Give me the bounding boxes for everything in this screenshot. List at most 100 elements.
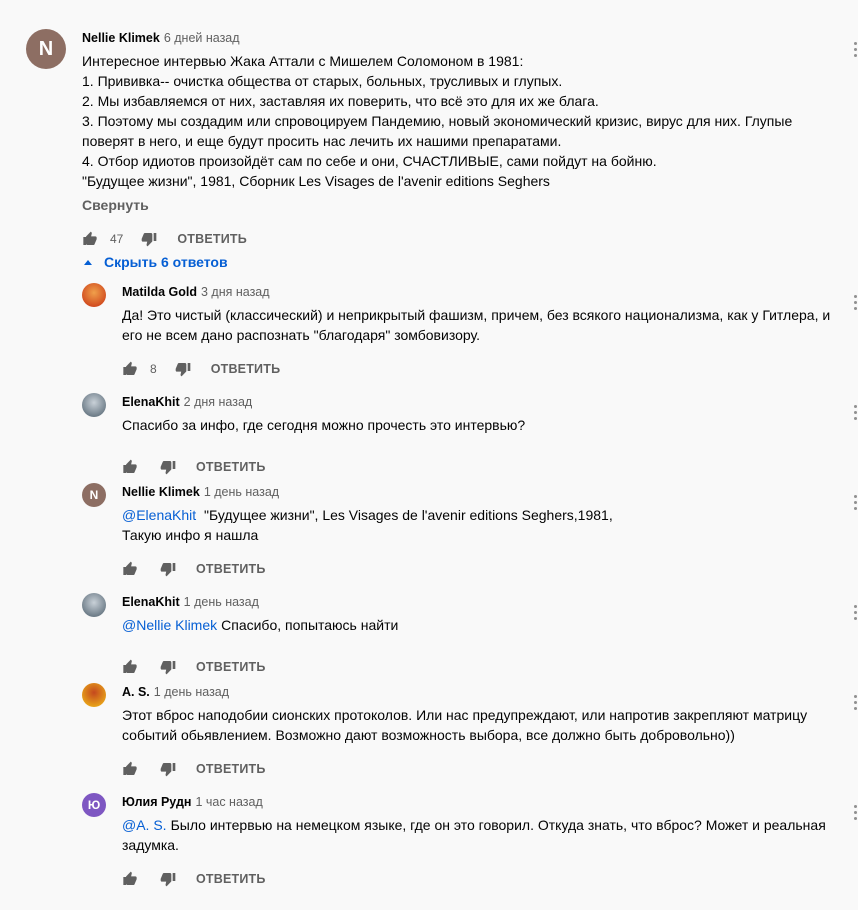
reply-comment: A. S. 1 день назад Этот вброс наподобии си… xyxy=(82,683,857,783)
thumb-down-icon[interactable] xyxy=(156,655,180,679)
like-count: 8 xyxy=(150,362,157,376)
mention-link[interactable]: @A. S. xyxy=(122,817,167,833)
comment-author[interactable]: ElenaKhit xyxy=(122,595,180,609)
comment-line: 1. Прививка-- очистка общества от старых… xyxy=(82,73,563,89)
comment-author[interactable]: Nellie Klimek xyxy=(122,485,200,499)
comment-meta: ElenaKhit 1 день назад xyxy=(122,593,852,611)
reply-comment: Matilda Gold 3 дня назад Да! Это чистый (к… xyxy=(82,283,857,383)
comment-text: Интересное интервью Жака Аттали с Мишеле… xyxy=(82,51,842,191)
thumb-up-icon[interactable] xyxy=(78,227,102,251)
reply-body: Nellie Klimek 1 день назад @ElenaKhit "Бу… xyxy=(122,483,852,581)
comment-body-text: Спасибо, попытаюсь найти xyxy=(221,617,399,633)
comment-meta: Matilda Gold 3 дня назад xyxy=(122,283,852,301)
action-bar: 47 ОТВЕТИТЬ xyxy=(82,227,842,251)
avatar[interactable]: Ю xyxy=(82,793,106,817)
comment-text: Спасибо за инфо, где сегодня можно проче… xyxy=(122,415,852,435)
comment-body-text: Было интервью на немецком языке, где он … xyxy=(122,817,826,853)
action-bar: ОТВЕТИТЬ xyxy=(122,455,852,479)
comment-thread: N Nellie Klimek 6 дней назад Интересное и… xyxy=(0,0,858,910)
reply-body: A. S. 1 день назад Этот вброс наподобии си… xyxy=(122,683,852,781)
comment-meta: Nellie Klimek 1 день назад xyxy=(122,483,852,501)
reply-button[interactable]: ОТВЕТИТЬ xyxy=(196,460,266,474)
comment-meta: Юлия Рудн 1 час назад xyxy=(122,793,852,811)
comment-author[interactable]: Matilda Gold xyxy=(122,285,197,299)
comment-text: @A. S. Было интервью на немецком языке, г… xyxy=(122,815,852,855)
avatar-letter: N xyxy=(89,488,99,502)
avatar[interactable]: N xyxy=(26,29,66,69)
mention-link[interactable]: @Nellie Klimek xyxy=(122,617,217,633)
thumb-down-icon[interactable] xyxy=(156,455,180,479)
comment-author[interactable]: ElenaKhit xyxy=(122,395,180,409)
more-actions-icon[interactable] xyxy=(852,405,858,420)
more-actions-icon[interactable] xyxy=(852,805,858,820)
caret-up-icon xyxy=(84,259,92,265)
thumb-up-icon[interactable] xyxy=(118,557,142,581)
comment-author[interactable]: Nellie Klimek xyxy=(82,31,160,45)
thumb-down-icon[interactable] xyxy=(156,757,180,781)
thumb-up-icon[interactable] xyxy=(118,357,142,381)
more-actions-icon[interactable] xyxy=(852,295,858,310)
avatar[interactable]: N xyxy=(82,483,106,507)
comment-time[interactable]: 1 день назад xyxy=(154,685,229,699)
avatar[interactable] xyxy=(82,683,106,707)
reply-comment: ElenaKhit 2 дня назад Спасибо за инфо, где… xyxy=(82,393,857,493)
thumb-down-icon[interactable] xyxy=(137,227,161,251)
comment-author[interactable]: Юлия Рудн xyxy=(122,795,191,809)
avatar[interactable] xyxy=(82,593,106,617)
comment-meta: ElenaKhit 2 дня назад xyxy=(122,393,852,411)
comment-meta: A. S. 1 день назад xyxy=(122,683,852,701)
thumb-down-icon[interactable] xyxy=(156,557,180,581)
more-actions-icon[interactable] xyxy=(852,695,858,710)
action-bar: ОТВЕТИТЬ xyxy=(122,867,852,891)
hide-replies-button[interactable]: Скрыть 6 ответов xyxy=(82,252,228,272)
action-bar: ОТВЕТИТЬ xyxy=(122,655,852,679)
collapse-button[interactable]: Свернуть xyxy=(82,197,149,213)
action-bar: ОТВЕТИТЬ xyxy=(122,557,852,581)
comment-meta: Nellie Klimek 6 дней назад xyxy=(82,29,842,47)
mention-link[interactable]: @ElenaKhit xyxy=(122,507,196,523)
comment-line: "Будущее жизни", 1981, Сборник Les Visag… xyxy=(82,173,550,189)
reply-button[interactable]: ОТВЕТИТЬ xyxy=(196,562,266,576)
thumb-up-icon[interactable] xyxy=(118,757,142,781)
reply-button[interactable]: ОТВЕТИТЬ xyxy=(196,872,266,886)
comment-text: Этот вброс наподобии сионских протоколов… xyxy=(122,705,852,745)
comment-time[interactable]: 2 дня назад xyxy=(184,395,253,409)
comment-time[interactable]: 6 дней назад xyxy=(164,31,240,45)
avatar-letter: N xyxy=(38,37,54,60)
comment-time[interactable]: 1 день назад xyxy=(204,485,279,499)
more-actions-icon[interactable] xyxy=(852,42,858,57)
comment-author[interactable]: A. S. xyxy=(122,685,150,699)
comment-line: 2. Мы избавляемся от них, заставляя их п… xyxy=(82,93,599,109)
comment-body-text: Да! Это чистый (классический) и неприкры… xyxy=(122,307,831,343)
comment-time[interactable]: 1 час назад xyxy=(195,795,262,809)
action-bar: ОТВЕТИТЬ xyxy=(122,757,852,781)
reply-comment: Ю Юлия Рудн 1 час назад @A. S. Было интервь… xyxy=(82,793,857,893)
more-actions-icon[interactable] xyxy=(852,495,858,510)
avatar[interactable] xyxy=(82,393,106,417)
reply-comment: N Nellie Klimek 1 день назад @ElenaKhit "Б… xyxy=(82,483,857,583)
thumb-down-icon[interactable] xyxy=(156,867,180,891)
comment-line: 3. Поэтому мы создадим или спровоцируем … xyxy=(82,113,793,149)
avatar[interactable] xyxy=(82,283,106,307)
reply-button[interactable]: ОТВЕТИТЬ xyxy=(211,362,281,376)
thumb-up-icon[interactable] xyxy=(118,655,142,679)
comment-time[interactable]: 3 дня назад xyxy=(201,285,270,299)
comment-text: @Nellie Klimek Спасибо, попытаюсь найти xyxy=(122,615,852,635)
reply-button[interactable]: ОТВЕТИТЬ xyxy=(177,232,247,246)
comment-body-text: Этот вброс наподобии сионских протоколов… xyxy=(122,707,808,743)
thumb-down-icon[interactable] xyxy=(171,357,195,381)
comment-line: 4. Отбор идиотов произойдёт сам по себе … xyxy=(82,153,657,169)
reply-button[interactable]: ОТВЕТИТЬ xyxy=(196,660,266,674)
comment-text: Да! Это чистый (классический) и неприкры… xyxy=(122,305,852,345)
reply-comment: ElenaKhit 1 день назад @Nellie Klimek Спас… xyxy=(82,593,857,693)
more-actions-icon[interactable] xyxy=(852,605,858,620)
comment-body-text: Спасибо за инфо, где сегодня можно проче… xyxy=(122,417,526,433)
top-comment: Nellie Klimek 6 дней назад Интересное инт… xyxy=(82,29,842,251)
reply-button[interactable]: ОТВЕТИТЬ xyxy=(196,762,266,776)
comment-text: @ElenaKhit "Будущее жизни", Les Visages … xyxy=(122,505,852,545)
thumb-up-icon[interactable] xyxy=(118,867,142,891)
comment-time[interactable]: 1 день назад xyxy=(184,595,259,609)
thumb-up-icon[interactable] xyxy=(118,455,142,479)
action-bar: 8 ОТВЕТИТЬ xyxy=(122,357,852,381)
reply-body: ElenaKhit 2 дня назад Спасибо за инфо, где… xyxy=(122,393,852,479)
